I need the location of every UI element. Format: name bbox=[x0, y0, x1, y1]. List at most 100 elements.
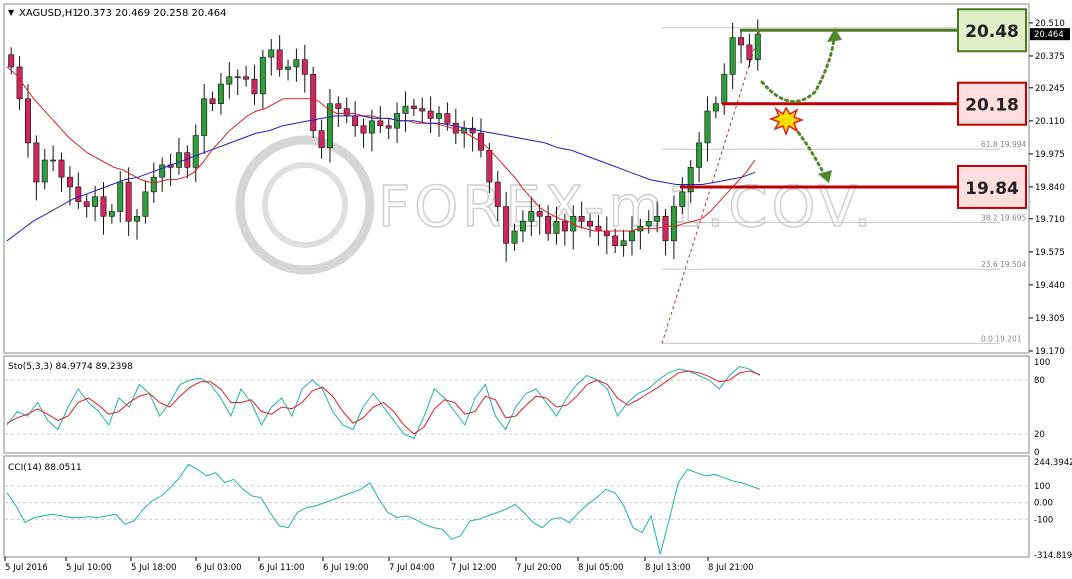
price-tick-label: 20.110 bbox=[1035, 117, 1065, 127]
candle-body bbox=[285, 66, 292, 70]
symbol-label: XAGUSD,H1 bbox=[19, 8, 79, 19]
candle-body bbox=[293, 59, 300, 68]
time-tick-label: 6 Jul 03:00 bbox=[196, 563, 242, 573]
time-tick-label: 6 Jul 11:00 bbox=[259, 563, 305, 573]
candle-body bbox=[142, 191, 149, 217]
candle-body bbox=[268, 49, 275, 58]
candle-body bbox=[192, 135, 199, 168]
candle-body bbox=[234, 76, 241, 79]
stochastic-tick-label: 20 bbox=[1034, 430, 1045, 440]
candle-body bbox=[24, 98, 31, 144]
candle-body bbox=[536, 211, 543, 217]
time-tick-label: 8 Jul 21:00 bbox=[708, 563, 754, 573]
candle-body bbox=[125, 181, 132, 222]
candle-body bbox=[335, 103, 342, 109]
candle-body bbox=[100, 196, 107, 217]
candle-body bbox=[754, 33, 761, 60]
header: ▼ XAGUSD,H1 20.373 20.469 20.258 20.464 bbox=[8, 8, 227, 19]
candle-body bbox=[318, 130, 325, 149]
candle-body bbox=[628, 230, 635, 242]
time-tick-label: 7 Jul 12:00 bbox=[451, 563, 497, 573]
candle-body bbox=[645, 220, 652, 227]
candle-body bbox=[494, 181, 501, 207]
candle-body bbox=[587, 220, 594, 227]
candle-body bbox=[276, 49, 283, 70]
time-tick-label: 5 Jul 10:00 bbox=[66, 563, 112, 573]
current-price-label: 20.464 bbox=[1034, 30, 1064, 40]
price-tick-label: 20.510 bbox=[1035, 19, 1065, 29]
cci-tick-label: -100 bbox=[1034, 515, 1053, 525]
candle-body bbox=[410, 105, 417, 109]
stochastic-title: Sto(5,3,3) 84.9774 89.2398 bbox=[8, 362, 133, 372]
candle-body bbox=[226, 76, 233, 85]
level-label: 20.48 bbox=[965, 22, 1019, 42]
stochastic-tick-label: 0 bbox=[1034, 448, 1039, 458]
collapse-arrow-icon[interactable]: ▼ bbox=[8, 8, 15, 17]
price-tick-label: 19.170 bbox=[1035, 347, 1065, 357]
cci-pane[interactable] bbox=[3, 455, 1030, 558]
stochastic-tick-label: 100 bbox=[1034, 358, 1050, 368]
candle-body bbox=[58, 159, 65, 178]
candle-body bbox=[519, 220, 526, 232]
cci-tick-label: 100 bbox=[1034, 482, 1050, 492]
price-tick-label: 19.305 bbox=[1035, 314, 1065, 324]
candle-body bbox=[419, 108, 426, 112]
candle-body bbox=[385, 125, 392, 129]
candle-body bbox=[8, 54, 15, 68]
candle-body bbox=[209, 98, 216, 104]
price-tick-label: 20.245 bbox=[1035, 84, 1065, 94]
candle-body bbox=[41, 159, 48, 183]
time-tick-label: 8 Jul 13:00 bbox=[645, 563, 691, 573]
candle-body bbox=[620, 240, 627, 247]
candle-body bbox=[738, 37, 745, 46]
fib-level-label: 23.6 19.504 bbox=[981, 260, 1027, 269]
level-label: 20.18 bbox=[965, 96, 1019, 116]
candle-body bbox=[16, 66, 23, 100]
time-tick-label: 8 Jul 05:00 bbox=[578, 563, 624, 573]
candle-body bbox=[108, 211, 115, 217]
candle-body bbox=[595, 225, 602, 232]
pane-frames bbox=[3, 3, 1030, 558]
candle-body bbox=[486, 149, 493, 183]
candle-body bbox=[679, 191, 686, 207]
candle-body bbox=[368, 120, 375, 134]
cci-title: CCI(14) 88.0511 bbox=[8, 463, 82, 473]
price-tick-label: 19.575 bbox=[1035, 248, 1065, 258]
candle-body bbox=[654, 216, 661, 222]
candle-body bbox=[175, 152, 182, 168]
candle-body bbox=[117, 181, 124, 212]
fib-level-label: 38.2 19.695 bbox=[981, 213, 1027, 222]
candle-body bbox=[712, 103, 719, 112]
candle-body bbox=[377, 120, 384, 127]
candle-body bbox=[352, 115, 359, 127]
candle-body bbox=[259, 56, 266, 95]
candle-body bbox=[134, 216, 141, 222]
time-tick-label: 6 Jul 19:00 bbox=[323, 563, 369, 573]
candle-body bbox=[83, 201, 90, 207]
time-tick-label: 5 Jul 18:00 bbox=[131, 563, 177, 573]
cci-tick-label: -314.8191 bbox=[1034, 551, 1072, 561]
candle-body bbox=[503, 206, 510, 244]
stochastic-pane[interactable] bbox=[3, 355, 1030, 454]
candle-body bbox=[201, 98, 208, 136]
candle-body bbox=[436, 113, 443, 119]
fib-level-label: 61.8 19.994 bbox=[981, 140, 1027, 149]
candle-body bbox=[427, 110, 434, 119]
level-label: 19.84 bbox=[965, 179, 1019, 199]
candle-body bbox=[444, 113, 451, 124]
candle-body bbox=[92, 196, 99, 207]
fib-level-label: 0.0 19.201 bbox=[981, 334, 1022, 343]
candle-body bbox=[670, 206, 677, 242]
candle-body bbox=[511, 230, 518, 244]
watermark-text: FOREX-m1.COV. bbox=[378, 175, 875, 240]
candle-body bbox=[402, 105, 409, 114]
cci-tick-label: 0.00 bbox=[1034, 499, 1053, 509]
price-tick-label: 19.840 bbox=[1035, 183, 1065, 193]
time-tick-label: 7 Jul 20:00 bbox=[516, 563, 562, 573]
candle-body bbox=[251, 78, 258, 95]
candle-body bbox=[729, 37, 736, 75]
price-tick-label: 19.440 bbox=[1035, 281, 1065, 291]
candle-body bbox=[545, 216, 552, 234]
candle-body bbox=[704, 110, 711, 144]
candle-body bbox=[310, 74, 317, 131]
